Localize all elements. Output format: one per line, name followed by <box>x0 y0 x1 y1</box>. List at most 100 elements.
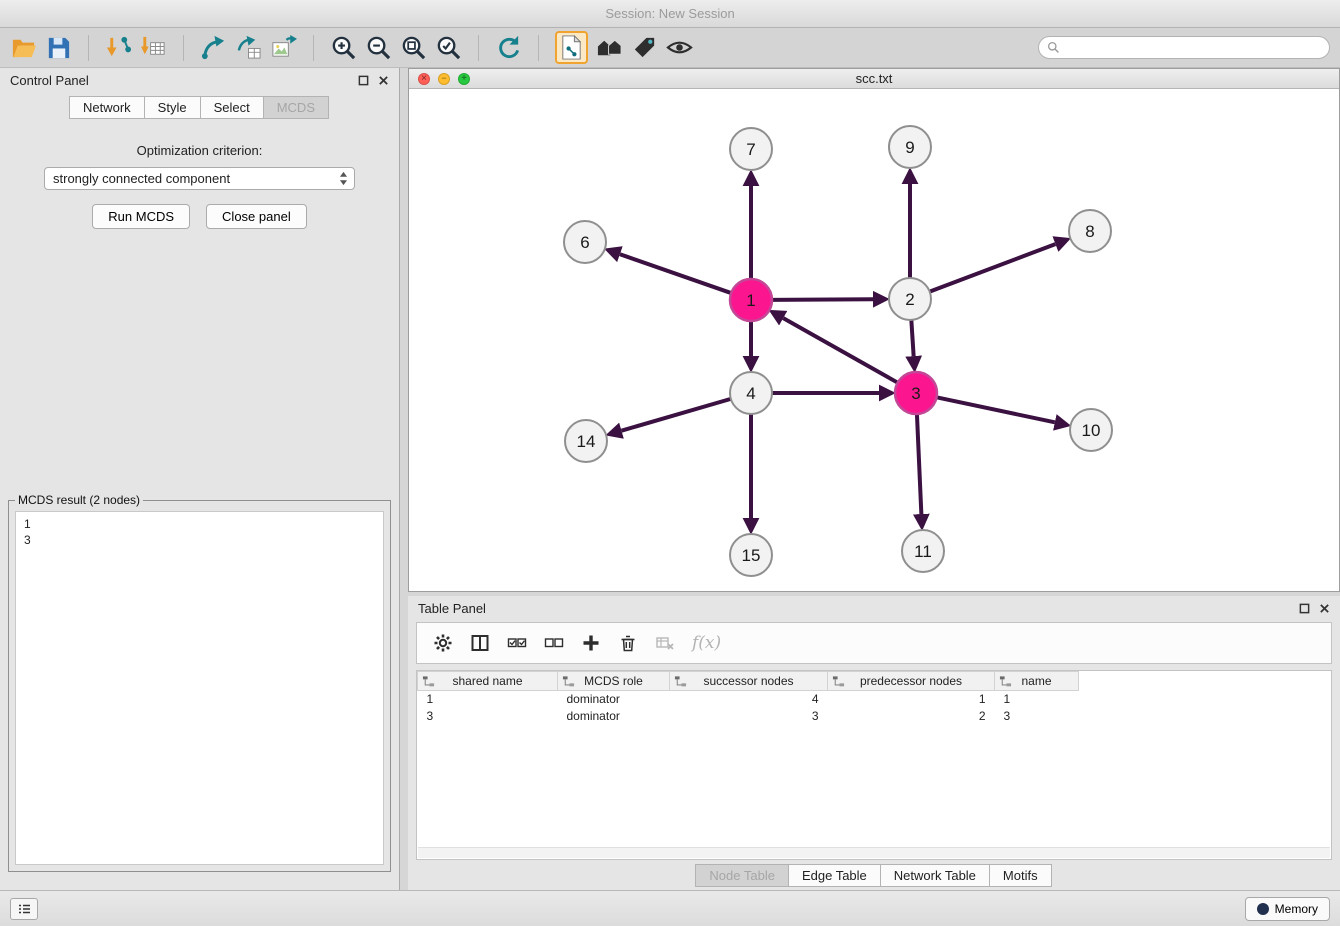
tab-node-table[interactable]: Node Table <box>695 864 789 887</box>
run-mcds-button[interactable]: Run MCDS <box>92 204 190 229</box>
node-1[interactable]: 1 <box>730 279 772 321</box>
network-window-titlebar[interactable]: scc.txt <box>409 69 1339 89</box>
criterion-dropdown[interactable]: strongly connected component <box>44 167 355 190</box>
import-table-icon[interactable] <box>140 34 167 61</box>
deselect-all-icon[interactable] <box>544 633 564 653</box>
cell-MCDS-role[interactable]: dominator <box>558 691 670 708</box>
refresh-icon[interactable] <box>495 34 522 61</box>
column-label: name <box>1021 674 1051 688</box>
cell-name[interactable]: 1 <box>995 691 1079 708</box>
export-image-icon[interactable] <box>270 34 297 61</box>
optimization-criterion-label: Optimization criterion: <box>0 143 399 158</box>
minimize-window-icon[interactable] <box>438 73 450 85</box>
tab-select[interactable]: Select <box>200 96 264 119</box>
float-table-panel-icon[interactable] <box>1299 603 1310 614</box>
node-4[interactable]: 4 <box>730 372 772 414</box>
node-label: 4 <box>746 384 755 403</box>
cell-predecessor-nodes[interactable]: 2 <box>828 708 995 725</box>
column-header-MCDS-role[interactable]: MCDS role <box>558 672 670 691</box>
table-row[interactable]: 3dominator323 <box>418 708 1332 725</box>
criterion-value: strongly connected component <box>53 171 230 186</box>
column-header-predecessor-nodes[interactable]: predecessor nodes <box>828 672 995 691</box>
close-panel-button[interactable]: Close panel <box>206 204 307 229</box>
column-header-name[interactable]: name <box>995 672 1079 691</box>
cell-predecessor-nodes[interactable]: 1 <box>828 691 995 708</box>
node-9[interactable]: 9 <box>889 126 931 168</box>
node-14[interactable]: 14 <box>565 420 607 462</box>
node-15[interactable]: 15 <box>730 534 772 576</box>
edge-4-14[interactable] <box>622 399 731 431</box>
tab-mcds[interactable]: MCDS <box>263 96 329 119</box>
cell-name[interactable]: 3 <box>995 708 1079 725</box>
cell-shared-name[interactable]: 1 <box>418 691 558 708</box>
open-folder-icon[interactable] <box>10 34 37 61</box>
window-titlebar[interactable]: Session: New Session <box>0 0 1340 28</box>
save-icon[interactable] <box>45 34 72 61</box>
zoom-selected-icon[interactable] <box>435 34 462 61</box>
edge-1-2[interactable] <box>772 299 873 300</box>
edge-3-10[interactable] <box>937 397 1055 422</box>
zoom-out-icon[interactable] <box>365 34 392 61</box>
horizontal-scrollbar[interactable] <box>418 847 1330 858</box>
select-all-icon[interactable] <box>507 633 527 653</box>
node-label: 10 <box>1082 421 1101 440</box>
new-network-icon[interactable] <box>200 34 227 61</box>
memory-button[interactable]: Memory <box>1245 897 1330 921</box>
edge-1-6[interactable] <box>620 254 731 293</box>
tab-network[interactable]: Network <box>69 96 145 119</box>
float-panel-icon[interactable] <box>358 75 369 86</box>
network-table-icon[interactable] <box>235 34 262 61</box>
search-box[interactable] <box>1038 36 1330 59</box>
add-row-icon[interactable] <box>581 633 601 653</box>
sort-icon <box>999 675 1012 691</box>
eye-icon[interactable] <box>666 34 693 61</box>
column-header-shared-name[interactable]: shared name <box>418 672 558 691</box>
tab-network-table[interactable]: Network Table <box>880 864 990 887</box>
node-7[interactable]: 7 <box>730 128 772 170</box>
tab-motifs[interactable]: Motifs <box>989 864 1052 887</box>
node-6[interactable]: 6 <box>564 221 606 263</box>
mcds-result-list: 13 <box>15 511 384 865</box>
toolbar-separator <box>88 35 89 61</box>
control-panel-title: Control Panel <box>10 73 89 88</box>
edge-3-1[interactable] <box>783 318 897 383</box>
edge-3-11[interactable] <box>917 414 921 514</box>
network-file-icon[interactable] <box>555 31 588 64</box>
window-title: Session: New Session <box>605 6 734 21</box>
annotation-icon[interactable] <box>631 34 658 61</box>
search-input[interactable] <box>1065 40 1321 55</box>
delete-row-icon[interactable] <box>618 633 638 653</box>
cell-shared-name[interactable]: 3 <box>418 708 558 725</box>
node-label: 15 <box>742 546 761 565</box>
gear-icon[interactable] <box>433 633 453 653</box>
tab-style[interactable]: Style <box>144 96 201 119</box>
column-view-icon[interactable] <box>470 633 490 653</box>
home-icon[interactable] <box>596 34 623 61</box>
node-11[interactable]: 11 <box>902 530 944 572</box>
zoom-fit-icon[interactable] <box>400 34 427 61</box>
node-2[interactable]: 2 <box>889 278 931 320</box>
control-panel: Control Panel NetworkStyleSelectMCDS Opt… <box>0 68 400 890</box>
node-8[interactable]: 8 <box>1069 210 1111 252</box>
table-panel-title: Table Panel <box>418 601 486 616</box>
panel-list-icon[interactable] <box>10 898 38 920</box>
node-10[interactable]: 10 <box>1070 409 1112 451</box>
tab-edge-table[interactable]: Edge Table <box>788 864 881 887</box>
zoom-in-icon[interactable] <box>330 34 357 61</box>
column-header-successor-nodes[interactable]: successor nodes <box>670 672 828 691</box>
close-panel-icon[interactable] <box>378 75 389 86</box>
memory-label: Memory <box>1275 902 1318 916</box>
maximize-window-icon[interactable] <box>458 73 470 85</box>
close-window-icon[interactable] <box>418 73 430 85</box>
cell-successor-nodes[interactable]: 3 <box>670 708 828 725</box>
import-network-icon[interactable] <box>105 34 132 61</box>
node-3[interactable]: 3 <box>895 372 937 414</box>
edge-2-8[interactable] <box>930 244 1056 292</box>
edge-2-3[interactable] <box>911 320 913 356</box>
close-table-panel-icon[interactable] <box>1319 603 1330 614</box>
cell-successor-nodes[interactable]: 4 <box>670 691 828 708</box>
network-canvas[interactable]: 7 9 6 8 1 2 4 3 14 10 15 11 <box>409 89 1339 591</box>
sort-icon <box>832 675 845 691</box>
cell-MCDS-role[interactable]: dominator <box>558 708 670 725</box>
table-row[interactable]: 1dominator411 <box>418 691 1332 708</box>
